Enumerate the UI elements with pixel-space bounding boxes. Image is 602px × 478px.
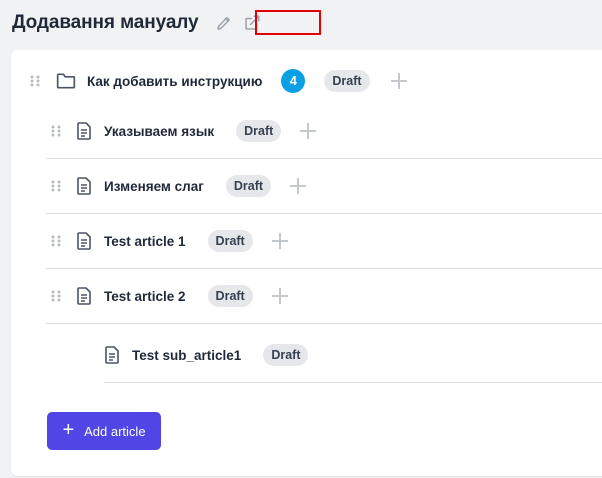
header: Додавання мануалу: [12, 6, 262, 40]
status-badge: Draft: [236, 120, 282, 142]
status-badge: Draft: [207, 230, 253, 252]
status-badge: Draft: [225, 175, 272, 197]
highlight-box: [255, 10, 321, 35]
article-row[interactable]: Test article 2 Draft: [51, 282, 289, 310]
drag-handle-icon[interactable]: [51, 235, 61, 247]
article-row[interactable]: Изменяем слаг Draft: [51, 172, 307, 200]
add-child-plus-icon[interactable]: [289, 177, 307, 195]
add-article-label: Add article: [84, 423, 146, 439]
sub-article-label[interactable]: Test sub_article1: [132, 348, 241, 363]
drag-handle-icon[interactable]: [51, 125, 61, 137]
add-child-plus-icon[interactable]: [299, 122, 317, 140]
status-badge: Draft: [324, 70, 370, 92]
add-child-plus-icon[interactable]: [271, 287, 289, 305]
status-badge: Draft: [207, 285, 253, 307]
article-row[interactable]: Test article 1 Draft: [51, 227, 289, 255]
article-count-badge: 4: [281, 69, 306, 93]
document-icon: [77, 177, 91, 195]
drag-handle-icon[interactable]: [51, 290, 61, 302]
add-child-plus-icon[interactable]: [271, 232, 289, 250]
article-label[interactable]: Указываем язык: [104, 124, 214, 139]
plus-icon: +: [62, 419, 75, 441]
article-row[interactable]: Указываем язык Draft: [51, 117, 317, 145]
row-divider: [104, 382, 602, 383]
row-divider: [46, 323, 602, 324]
add-article-button[interactable]: + Add article: [47, 412, 161, 450]
row-divider: [46, 268, 602, 269]
sub-article-row[interactable]: Test sub_article1 Draft: [105, 341, 309, 369]
row-divider: [46, 213, 602, 214]
document-icon: [77, 287, 91, 305]
document-icon: [77, 232, 91, 250]
document-icon: [105, 346, 119, 364]
section-label[interactable]: Как добавить инструкцию: [87, 74, 262, 89]
article-label[interactable]: Test article 1: [104, 234, 186, 249]
status-badge: Draft: [263, 344, 309, 366]
page-title: Додавання мануалу: [12, 12, 199, 33]
drag-handle-icon[interactable]: [30, 75, 40, 87]
document-icon: [77, 122, 91, 140]
drag-handle-icon[interactable]: [51, 180, 61, 192]
article-label[interactable]: Изменяем слаг: [104, 179, 204, 194]
article-label[interactable]: Test article 2: [104, 289, 186, 304]
pencil-icon[interactable]: [214, 13, 234, 33]
folder-icon: [56, 72, 76, 90]
row-divider: [46, 158, 602, 159]
add-child-plus-icon[interactable]: [390, 72, 408, 90]
section-row[interactable]: Как добавить инструкцию 4 Draft: [30, 67, 408, 95]
